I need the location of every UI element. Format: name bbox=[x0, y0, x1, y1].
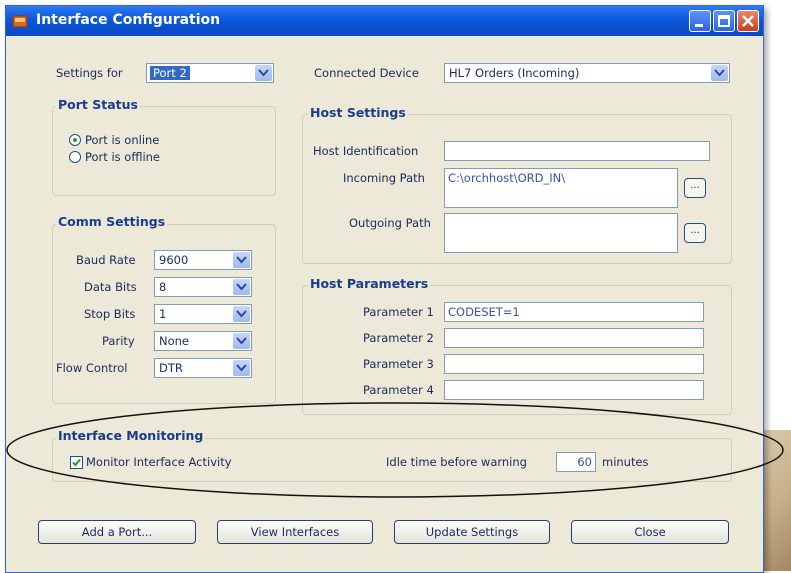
window-title: Interface Configuration bbox=[36, 12, 221, 28]
flow-control-label: Flow Control bbox=[56, 361, 128, 375]
highlight-ellipse bbox=[6, 402, 784, 498]
baud-rate-select[interactable]: 9600 bbox=[154, 250, 252, 270]
parity-label: Parity bbox=[102, 334, 135, 348]
title-bar[interactable]: Interface Configuration bbox=[6, 6, 763, 36]
outgoing-path-label: Outgoing Path bbox=[349, 216, 431, 230]
chevron-down-icon[interactable] bbox=[233, 252, 250, 268]
close-window-button[interactable] bbox=[737, 10, 759, 32]
chevron-down-icon[interactable] bbox=[233, 333, 250, 349]
minimize-icon bbox=[695, 24, 703, 27]
baud-rate-value: 9600 bbox=[159, 253, 189, 267]
settings-for-select[interactable]: Port 2 bbox=[146, 63, 274, 83]
settings-for-value: Port 2 bbox=[150, 66, 190, 80]
settings-for-label: Settings for bbox=[56, 66, 123, 80]
stop-bits-select[interactable]: 1 bbox=[154, 304, 252, 324]
baud-rate-label: Baud Rate bbox=[76, 253, 136, 267]
chevron-down-icon[interactable] bbox=[711, 65, 728, 81]
connected-device-label: Connected Device bbox=[314, 66, 419, 80]
parameter-1-label: Parameter 1 bbox=[363, 305, 434, 319]
update-settings-button[interactable]: Update Settings bbox=[394, 520, 550, 544]
incoming-path-input[interactable]: C:\orchhost\ORD_IN\ bbox=[444, 168, 678, 208]
parameter-3-input[interactable] bbox=[444, 354, 704, 374]
host-parameters-title: Host Parameters bbox=[308, 276, 431, 291]
parameter-3-label: Parameter 3 bbox=[363, 357, 434, 371]
connected-device-select[interactable]: HL7 Orders (Incoming) bbox=[444, 63, 730, 83]
view-interfaces-button[interactable]: View Interfaces bbox=[217, 520, 373, 544]
maximize-icon bbox=[718, 15, 730, 27]
port-status-title: Port Status bbox=[56, 97, 140, 112]
chevron-down-icon[interactable] bbox=[233, 360, 250, 376]
stop-bits-value: 1 bbox=[159, 307, 167, 321]
connected-device-value: HL7 Orders (Incoming) bbox=[449, 66, 580, 80]
port-offline-radio[interactable] bbox=[69, 151, 81, 163]
chevron-down-icon[interactable] bbox=[233, 279, 250, 295]
host-identification-label: Host Identification bbox=[313, 144, 419, 158]
data-bits-label: Data Bits bbox=[84, 280, 137, 294]
port-online-label: Port is online bbox=[85, 133, 160, 147]
app-icon bbox=[12, 15, 28, 28]
parity-select[interactable]: None bbox=[154, 331, 252, 351]
incoming-path-browse-button[interactable]: ... bbox=[684, 178, 706, 198]
host-identification-input[interactable] bbox=[444, 141, 710, 161]
port-online-radio[interactable] bbox=[69, 134, 81, 146]
outgoing-path-browse-button[interactable]: ... bbox=[684, 223, 706, 243]
chevron-down-icon[interactable] bbox=[255, 65, 272, 81]
add-port-button[interactable]: Add a Port... bbox=[38, 520, 196, 544]
parameter-2-input[interactable] bbox=[444, 328, 704, 348]
close-button[interactable]: Close bbox=[571, 520, 729, 544]
parameter-2-label: Parameter 2 bbox=[363, 331, 434, 345]
minimize-button[interactable] bbox=[689, 10, 711, 32]
comm-settings-title: Comm Settings bbox=[56, 214, 168, 229]
maximize-button[interactable] bbox=[713, 10, 735, 32]
host-settings-title: Host Settings bbox=[308, 105, 408, 120]
parity-value: None bbox=[159, 334, 190, 348]
port-offline-label: Port is offline bbox=[85, 150, 161, 164]
flow-control-select[interactable]: DTR bbox=[154, 358, 252, 378]
data-bits-select[interactable]: 8 bbox=[154, 277, 252, 297]
stop-bits-label: Stop Bits bbox=[84, 307, 136, 321]
chevron-down-icon[interactable] bbox=[233, 306, 250, 322]
flow-control-value: DTR bbox=[159, 361, 183, 375]
close-icon bbox=[742, 15, 754, 27]
outgoing-path-input[interactable] bbox=[444, 213, 678, 253]
incoming-path-label: Incoming Path bbox=[343, 171, 425, 185]
parameter-1-input[interactable]: CODESET=1 bbox=[444, 302, 704, 322]
data-bits-value: 8 bbox=[159, 280, 167, 294]
